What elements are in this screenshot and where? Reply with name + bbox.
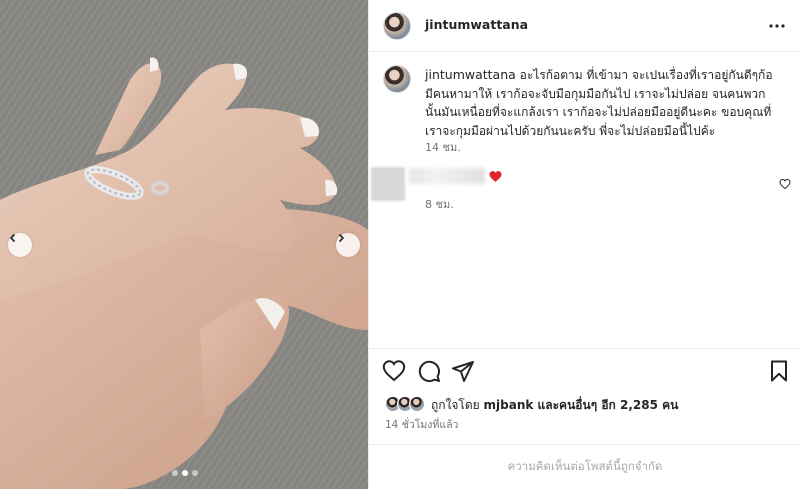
caption-text: jintumwattana อะไรก้อตาม ที่เข้ามา จะเปน…: [425, 66, 775, 140]
post-panel: jintumwattana jintumwattana อะไรก้อตาม ท…: [368, 0, 800, 489]
more-options-button[interactable]: [767, 16, 787, 36]
like-button[interactable]: [382, 359, 406, 383]
caption-username[interactable]: jintumwattana: [425, 67, 516, 82]
paper-plane-icon[interactable]: [451, 359, 475, 383]
post-header: jintumwattana: [369, 0, 800, 52]
comments-limited-notice: ความคิดเห็นต่อโพสต์นี้ถูกจำกัด: [369, 444, 800, 489]
post-media[interactable]: [0, 0, 368, 489]
bookmark-icon[interactable]: [767, 359, 791, 383]
caption-timestamp[interactable]: 14 ชม.: [425, 138, 461, 156]
author-username[interactable]: jintumwattana: [425, 17, 528, 32]
post-timestamp[interactable]: 14 ชั่วโมงที่แล้ว: [385, 416, 458, 433]
hands-photo: [0, 0, 368, 489]
chevron-right-icon: [338, 233, 345, 243]
carousel-dot-active: [182, 470, 188, 476]
likes-suffix[interactable]: และคนอื่นๆ อีก 2,285 คน: [533, 398, 679, 412]
carousel-prev-button[interactable]: [8, 233, 32, 257]
heart-outline-icon[interactable]: [779, 178, 791, 190]
carousel-next-button[interactable]: [336, 233, 360, 257]
action-bar: [369, 348, 800, 392]
likes-first-user[interactable]: mjbank: [484, 398, 534, 412]
comment-bubble-icon[interactable]: [417, 359, 441, 383]
likes-summary: ถูกใจโดย mjbank และคนอื่นๆ อีก 2,285 คน: [369, 392, 800, 416]
blurred-commenter-name: [409, 168, 485, 184]
likes-text[interactable]: ถูกใจโดย mjbank และคนอื่นๆ อีก 2,285 คน: [431, 396, 678, 415]
carousel-dots: [172, 470, 198, 476]
carousel-dot: [192, 470, 198, 476]
liker-avatar: [409, 396, 425, 412]
comment-item: 8 ชม.: [369, 160, 800, 213]
likes-prefix: ถูกใจโดย: [431, 398, 484, 412]
comment-timestamp[interactable]: 8 ชม.: [425, 195, 454, 213]
more-horizontal-icon: [769, 24, 785, 28]
carousel-dot: [172, 470, 178, 476]
author-avatar[interactable]: [383, 12, 411, 40]
chevron-left-icon: [9, 233, 16, 243]
caption-avatar[interactable]: [383, 65, 411, 93]
red-heart-emoji: [489, 171, 502, 182]
blurred-commenter-avatar: [371, 167, 405, 201]
